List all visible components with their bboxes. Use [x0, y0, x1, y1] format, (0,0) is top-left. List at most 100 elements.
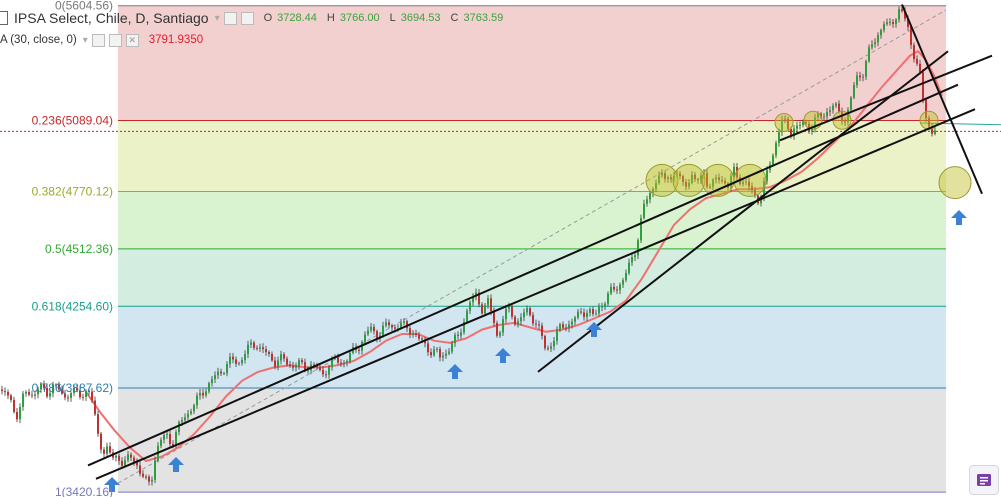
candle-body: [148, 476, 150, 482]
candle-body: [493, 311, 495, 324]
candle-body: [127, 454, 129, 461]
close-icon[interactable]: ✕: [125, 33, 139, 47]
candle-body: [376, 331, 378, 339]
candle-body: [601, 306, 603, 308]
candle-body: [241, 359, 243, 364]
candle-body: [343, 362, 345, 364]
candle-body: [874, 42, 876, 45]
candle-body: [511, 306, 513, 317]
candle-body: [499, 332, 501, 336]
candle-body: [559, 324, 561, 330]
candle-body: [238, 363, 240, 365]
indicator-name[interactable]: A (30, close, 0): [0, 34, 77, 46]
candle-body: [16, 411, 18, 420]
symbol-title[interactable]: IPSA Select, Chile, D, Santiago: [14, 10, 209, 26]
candle-body: [454, 334, 456, 344]
candle-body: [133, 457, 135, 462]
candle-body: [370, 326, 372, 331]
eye-icon[interactable]: [223, 11, 237, 25]
candle-body: [544, 336, 546, 349]
candle-body: [445, 353, 447, 356]
high-label: H: [326, 12, 335, 24]
eye-icon[interactable]: [91, 33, 105, 47]
candle-body: [775, 142, 777, 156]
candle-body: [607, 293, 609, 304]
candle-body: [508, 306, 510, 309]
price-chart[interactable]: 0(5604.56)0.236(5089.04)0.382(4770.12)0.…: [0, 0, 1001, 497]
candle-body: [319, 367, 321, 370]
object-tree-button[interactable]: [969, 465, 999, 495]
candle-body: [202, 392, 204, 396]
candle-body: [364, 334, 366, 342]
candle-body: [244, 354, 246, 360]
candle-body: [541, 325, 543, 337]
arrow-up-icon: [951, 210, 967, 225]
candle-body: [505, 308, 507, 320]
candle-body: [205, 391, 207, 396]
candle-body: [250, 342, 252, 345]
candle-body: [880, 30, 882, 36]
candle-body: [547, 348, 549, 350]
low-label: L: [389, 12, 396, 24]
candle-body: [889, 22, 891, 24]
candle-body: [778, 132, 780, 143]
candle-body: [553, 340, 555, 347]
close-value: 3763.59: [463, 12, 504, 24]
candle-body: [403, 321, 405, 323]
candle-body: [229, 356, 231, 364]
candle-body: [301, 360, 303, 363]
candle-body: [418, 335, 420, 339]
candle-body: [481, 304, 483, 314]
candle-body: [388, 322, 390, 326]
chevron-down-icon[interactable]: ▾: [215, 13, 220, 24]
candle-body: [562, 324, 564, 328]
candle-body: [430, 352, 432, 356]
settings-icon[interactable]: [240, 11, 254, 25]
candle-body: [412, 333, 414, 335]
candle-body: [631, 256, 633, 263]
candle-body: [166, 434, 168, 436]
fib-label-0.618: 0.618(4254.60): [32, 299, 113, 313]
candle-body: [82, 396, 84, 398]
highlight-circle: [701, 163, 735, 197]
candle-body: [199, 392, 201, 396]
close-label: C: [450, 12, 459, 24]
candle-body: [256, 347, 258, 349]
candle-body: [130, 454, 132, 458]
chart-symbol-icon: [0, 11, 8, 25]
candle-body: [385, 322, 387, 326]
candle-body: [232, 356, 234, 360]
candle-body: [106, 446, 108, 454]
candle-body: [571, 321, 573, 325]
candle-body: [583, 312, 585, 317]
candle-body: [433, 349, 435, 356]
candle-body: [490, 298, 492, 312]
candle-body: [877, 35, 879, 43]
indicator-value: 3791.9350: [148, 34, 204, 46]
chevron-down-icon[interactable]: ▾: [83, 35, 88, 46]
candle-body: [913, 45, 915, 60]
candle-body: [565, 327, 567, 329]
candle-body: [169, 434, 171, 444]
candle-body: [223, 373, 225, 375]
candle-body: [589, 309, 591, 313]
candle-body: [556, 329, 558, 341]
fib-label-0.786: 0.786(3887.62): [32, 381, 113, 395]
candle-body: [865, 61, 867, 77]
candle-body: [322, 369, 324, 375]
candle-body: [28, 391, 30, 395]
candle-body: [163, 434, 165, 440]
settings-icon[interactable]: [108, 33, 122, 47]
candle-body: [460, 332, 462, 336]
candle-body: [19, 407, 21, 420]
candle-body: [151, 479, 153, 482]
candle-body: [826, 111, 828, 117]
candle-body: [100, 433, 102, 450]
candle-body: [517, 321, 519, 325]
candle-body: [895, 19, 897, 24]
candle-body: [916, 59, 918, 64]
candle-body: [859, 75, 861, 78]
candle-body: [592, 309, 594, 314]
candle-body: [577, 311, 579, 318]
highlight-circle: [672, 163, 706, 197]
